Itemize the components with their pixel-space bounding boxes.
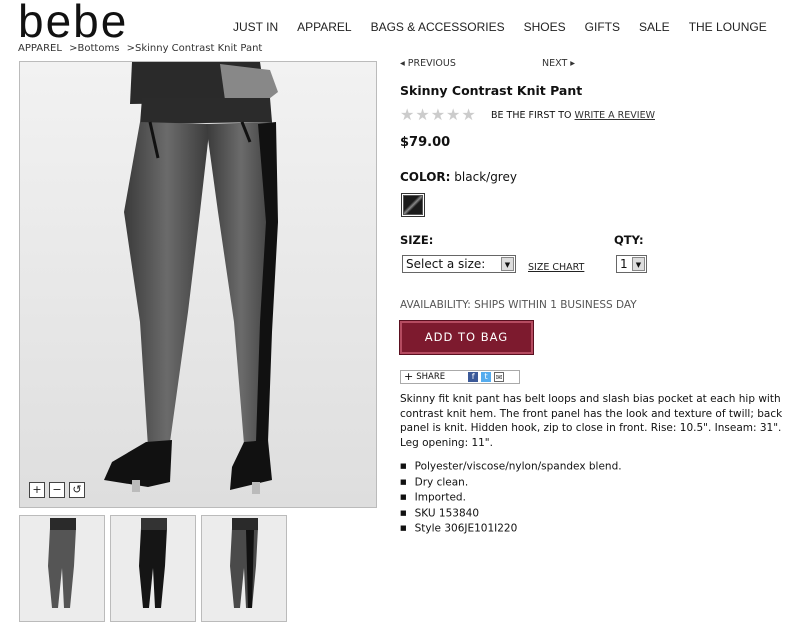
star-icon: ★ (461, 105, 476, 124)
rating-stars: ★ ★ ★ ★ ★ (400, 107, 476, 123)
share-bar[interactable]: + SHARE f t ✉ (400, 370, 520, 384)
star-icon: ★ (415, 105, 430, 124)
size-chart-link[interactable]: SIZE CHART (528, 262, 584, 273)
thumbnail-front-image (20, 516, 104, 621)
star-icon: ★ (430, 105, 446, 124)
previous-link[interactable]: ◂ PREVIOUS (400, 58, 456, 69)
thumbnail-side-image (202, 516, 286, 621)
chevron-down-icon: ▼ (632, 257, 645, 271)
breadcrumb-apparel[interactable]: APPAREL (18, 43, 62, 54)
star-icon: ★ (446, 105, 461, 124)
add-to-bag-button[interactable]: ADD TO BAG (399, 320, 534, 355)
facebook-icon[interactable]: f (468, 372, 479, 382)
thumbnail-2[interactable] (110, 515, 196, 622)
color-selection: COLOR: black/grey (400, 170, 517, 184)
nav-gifts[interactable]: GIFTS (585, 20, 620, 34)
thumbnail-back-image (111, 516, 195, 621)
pants-illustration (20, 62, 376, 507)
twitter-icon[interactable]: t (481, 372, 492, 382)
thumbnail-1[interactable] (19, 515, 105, 622)
zoom-out-button[interactable]: − (49, 482, 65, 498)
review-prompt-text: BE THE FIRST TO (491, 110, 572, 121)
email-icon[interactable]: ✉ (494, 372, 505, 382)
review-prompt: BE THE FIRST TO WRITE A REVIEW (491, 110, 655, 121)
zoom-controls: + − ↺ (29, 482, 85, 498)
nav-bags-accessories[interactable]: BAGS & ACCESSORIES (371, 20, 505, 34)
nav-the-lounge[interactable]: THE LOUNGE (689, 20, 767, 34)
availability-text: AVAILABILITY: SHIPS WITHIN 1 BUSINESS DA… (400, 299, 637, 311)
color-value: black/grey (454, 170, 517, 184)
main-nav: JUST IN APPAREL BAGS & ACCESSORIES SHOES… (233, 20, 786, 34)
list-item: Polyester/viscose/nylon/spandex blend. (400, 459, 622, 475)
write-review-link[interactable]: WRITE A REVIEW (575, 110, 655, 121)
breadcrumb-bottoms[interactable]: >Bottoms (69, 43, 119, 54)
list-item: Style 306JE101I220 (400, 521, 622, 537)
list-item: Dry clean. (400, 475, 622, 491)
product-details-list: Polyester/viscose/nylon/spandex blend. D… (400, 459, 622, 537)
breadcrumb-current: >Skinny Contrast Knit Pant (126, 43, 263, 54)
color-swatch-black-grey[interactable] (401, 193, 425, 217)
qty-select-value: 1 (620, 257, 628, 271)
list-item: SKU 153840 (400, 506, 622, 522)
nav-apparel[interactable]: APPAREL (297, 20, 351, 34)
size-label: SIZE: (400, 233, 434, 247)
brand-logo[interactable]: bebe (18, 0, 128, 48)
qty-select[interactable]: 1 ▼ (616, 255, 647, 273)
product-description: Skinny fit knit pant has belt loops and … (400, 393, 783, 449)
thumbnail-3[interactable] (201, 515, 287, 622)
product-price: $79.00 (400, 135, 451, 150)
color-label: COLOR: (400, 170, 451, 184)
breadcrumb: APPAREL >Bottoms >Skinny Contrast Knit P… (18, 43, 266, 54)
star-icon: ★ (400, 105, 415, 124)
chevron-down-icon: ▼ (501, 257, 514, 271)
zoom-in-button[interactable]: + (29, 482, 45, 498)
list-item: Imported. (400, 490, 622, 506)
plus-icon: + (404, 370, 414, 383)
product-main-image[interactable]: + − ↺ (19, 61, 377, 508)
nav-just-in[interactable]: JUST IN (233, 20, 278, 34)
share-label: SHARE (416, 372, 446, 382)
product-title: Skinny Contrast Knit Pant (400, 83, 583, 98)
nav-sale[interactable]: SALE (639, 20, 670, 34)
qty-label: QTY: (614, 233, 644, 247)
size-select-value: Select a size: (406, 257, 486, 271)
reset-zoom-button[interactable]: ↺ (69, 482, 85, 498)
nav-shoes[interactable]: SHOES (524, 20, 566, 34)
next-link[interactable]: NEXT ▸ (542, 58, 575, 69)
size-select[interactable]: Select a size: ▼ (402, 255, 516, 273)
